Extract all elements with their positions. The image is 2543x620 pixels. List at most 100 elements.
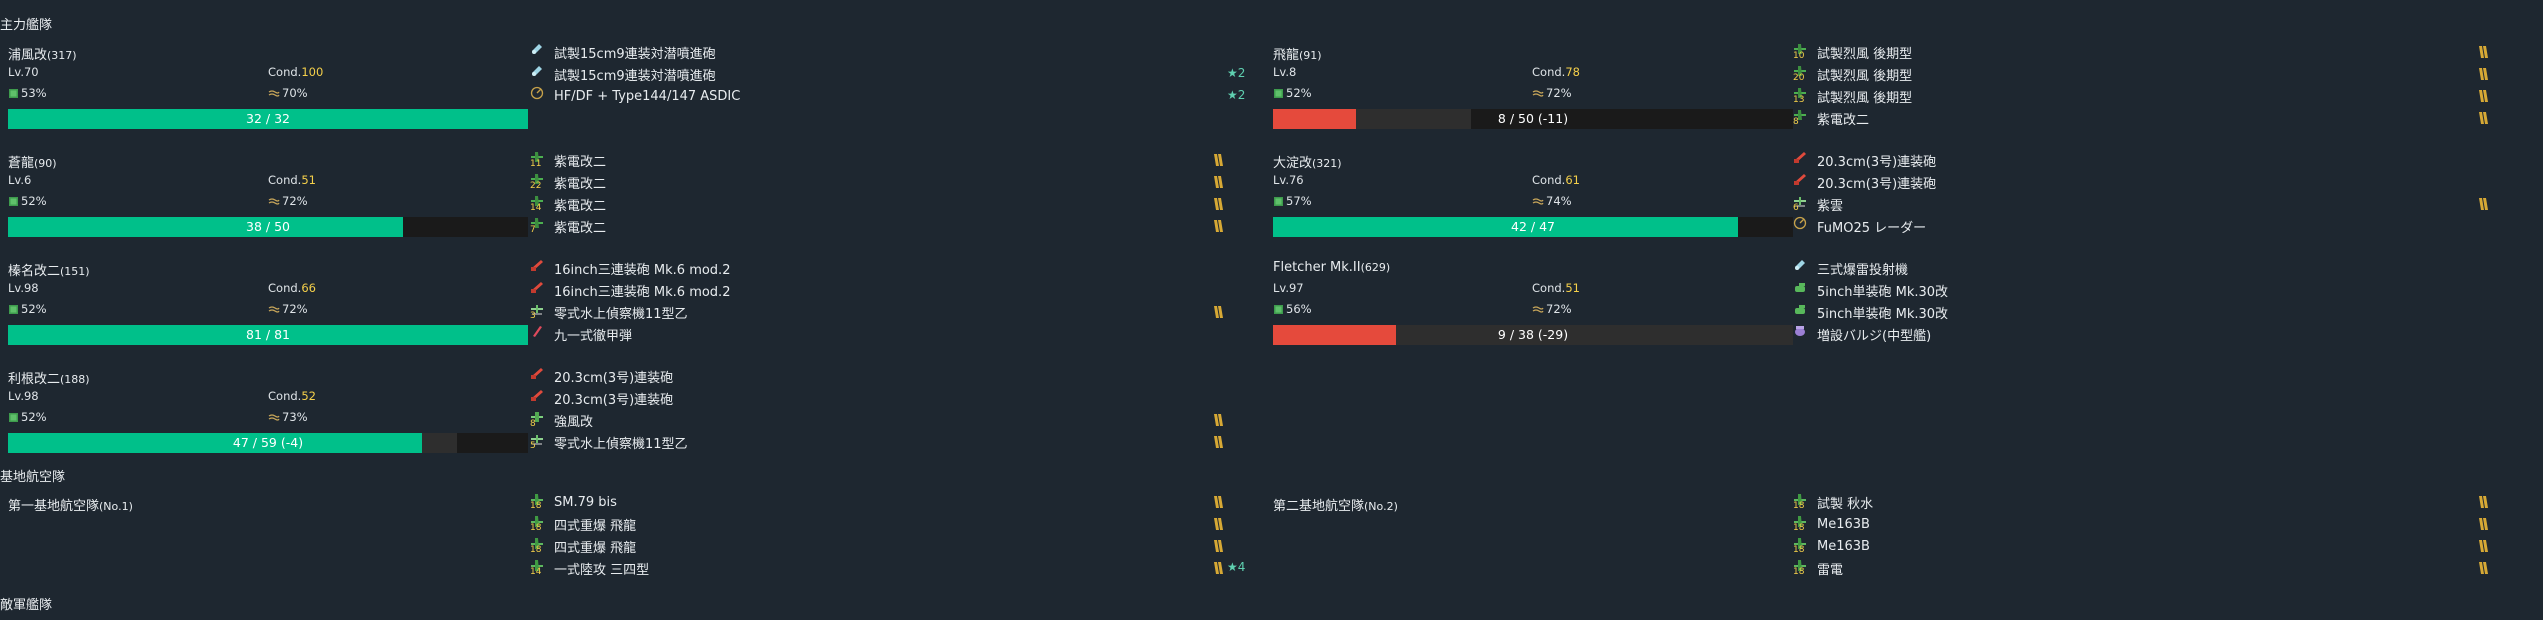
ship-name[interactable]: 利根改二(188) [8, 368, 90, 387]
equipment-item[interactable]: 18 四式重爆 飛龍 [530, 514, 636, 534]
slot-count: 5 [530, 441, 536, 451]
ship-level: Lv.98 [8, 389, 39, 403]
equipment-item[interactable]: 22 紫電改二 [530, 172, 606, 192]
ship-name[interactable]: Fletcher Mk.II(629) [1273, 260, 1390, 275]
equipment-item[interactable]: HF/DF + Type144/147 ASDIC [530, 86, 740, 106]
ammo-icon [1532, 198, 1544, 205]
fuel-value: 52% [21, 194, 47, 208]
air-base-name[interactable]: 第一基地航空隊(No.1) [8, 495, 133, 514]
ship-condition: Cond.61 [1532, 173, 1580, 187]
main-gun-icon [530, 258, 552, 278]
ship-condition: Cond.52 [268, 389, 316, 403]
equipment-name: HF/DF + Type144/147 ASDIC [554, 88, 741, 104]
hp-bar: 38 / 50 [8, 217, 528, 237]
slot-count: 14 [530, 567, 542, 577]
equipment-item[interactable]: 増設バルジ(中型艦) [1793, 324, 1931, 344]
equipment-item[interactable]: 14 紫電改二 [530, 194, 606, 214]
equipment-item[interactable]: 10 試製烈風 後期型 [1793, 42, 1912, 62]
hp-bar: 42 / 47 [1273, 217, 1793, 237]
seaplane-icon: 6 [1793, 194, 1815, 214]
seaplane-fighter-icon: 8 [530, 410, 552, 430]
ship-name[interactable]: 大淀改(321) [1273, 152, 1342, 171]
equipment-item[interactable]: 16inch三連装砲 Mk.6 mod.2 [530, 280, 730, 300]
equipment-item[interactable]: 18 雷電 [1793, 558, 1843, 578]
equipment-item[interactable]: 18 Me163B [1793, 536, 1870, 556]
equipment-item[interactable]: 20.3cm(3号)連装砲 [530, 388, 673, 408]
air-base-name-text: 第二基地航空隊 [1273, 499, 1365, 514]
torpedo-bomber-icon: 7 [530, 216, 552, 236]
condition-label: Cond. [1532, 65, 1566, 79]
ship-level: Lv.70 [8, 65, 39, 79]
equipment-item[interactable]: 18 Me163B [1793, 514, 1870, 534]
equipment-name: 紫電改二 [554, 176, 607, 192]
equipment-item[interactable]: 18 試製 秋水 [1793, 492, 1873, 512]
equipment-item[interactable]: 20.3cm(3号)連装砲 [1793, 150, 1936, 170]
proficiency-icon [1213, 517, 1223, 531]
slot-count: 13 [1793, 95, 1805, 105]
equipment-item[interactable]: 20.3cm(3号)連装砲 [530, 366, 673, 386]
seaplane-icon: 5 [530, 432, 552, 452]
ship-name[interactable]: 榛名改二(151) [8, 260, 90, 279]
section-enemy-fleet: 敵軍艦隊 [0, 598, 53, 613]
ship-name-text: 榛名改二 [8, 264, 61, 279]
equipment-name: 16inch三連装砲 Mk.6 mod.2 [554, 262, 731, 278]
fuel-value: 57% [1286, 194, 1312, 208]
condition-value: 61 [1565, 173, 1580, 187]
equipment-name: 一式陸攻 三四型 [554, 562, 650, 578]
equipment-item[interactable]: 5inch単装砲 Mk.30改 [1793, 280, 1948, 300]
slot-count: 18 [530, 523, 542, 533]
equipment-name: 試製烈風 後期型 [1817, 46, 1913, 62]
condition-label: Cond. [1532, 173, 1566, 187]
equipment-item[interactable]: 11 紫電改二 [530, 150, 606, 170]
equipment-item[interactable]: 20 試製烈風 後期型 [1793, 64, 1912, 84]
equipment-item[interactable]: 16inch三連装砲 Mk.6 mod.2 [530, 258, 730, 278]
equipment-item[interactable]: 13 試製烈風 後期型 [1793, 86, 1912, 106]
hp-text: 8 / 50 (-11) [1497, 111, 1569, 126]
equipment-item[interactable]: FuMO25 レーダー [1793, 216, 1926, 236]
torpedo-bomber-icon: 22 [530, 172, 552, 192]
ship-name[interactable]: 蒼龍(90) [8, 152, 57, 171]
ammo-stat: 72% [268, 302, 308, 316]
ammo-value: 73% [282, 410, 308, 424]
equipment-item[interactable]: 試製15cm9連装対潜噴進砲 [530, 42, 716, 62]
slot-count: 10 [1793, 51, 1805, 61]
ship-name[interactable]: 浦風改(317) [8, 44, 77, 63]
hp-bar: 81 / 81 [8, 325, 528, 345]
proficiency-icon [2478, 495, 2488, 509]
ship-name[interactable]: 飛龍(91) [1273, 44, 1322, 63]
ship-condition: Cond.78 [1532, 65, 1580, 79]
equipment-item[interactable]: 8 強風改 [530, 410, 593, 430]
ship-id: (629) [1360, 261, 1391, 274]
condition-label: Cond. [268, 281, 302, 295]
equipment-item[interactable]: 18 四式重爆 飛龍 [530, 536, 636, 556]
proficiency-icon [1213, 413, 1223, 427]
proficiency-icon [1213, 561, 1223, 575]
condition-label: Cond. [268, 65, 302, 79]
equipment-item[interactable]: 14 一式陸攻 三四型 [530, 558, 649, 578]
equipment-item[interactable]: 8 紫電改二 [1793, 108, 1869, 128]
ammo-stat: 72% [268, 194, 308, 208]
ammo-icon [268, 306, 280, 313]
air-base-name[interactable]: 第二基地航空隊(No.2) [1273, 495, 1398, 514]
equipment-name: 強風改 [554, 414, 594, 430]
section-main-fleet: 主力艦隊 [0, 18, 53, 33]
seaplane-icon: 3 [530, 302, 552, 322]
equipment-item[interactable]: 試製15cm9連装対潜噴進砲 [530, 64, 716, 84]
fuel-icon [9, 197, 18, 206]
condition-label: Cond. [268, 389, 302, 403]
equipment-item[interactable]: 九一式徹甲弾 [530, 324, 632, 344]
condition-value: 51 [301, 173, 316, 187]
slot-count: 8 [1793, 117, 1799, 127]
equipment-item[interactable]: 18 SM.79 bis [530, 492, 617, 512]
equipment-item[interactable]: 三式爆雷投射機 [1793, 258, 1908, 278]
equipment-name: 16inch三連装砲 Mk.6 mod.2 [554, 284, 731, 300]
equipment-item[interactable]: 5inch単装砲 Mk.30改 [1793, 302, 1948, 322]
ship-level: Lv.97 [1273, 281, 1304, 295]
equipment-item[interactable]: 5 零式水上偵察機11型乙 [530, 432, 688, 452]
equipment-item[interactable]: 3 零式水上偵察機11型乙 [530, 302, 688, 322]
equipment-item[interactable]: 20.3cm(3号)連装砲 [1793, 172, 1936, 192]
land-bomber-icon: 14 [530, 558, 552, 578]
equipment-item[interactable]: 7 紫電改二 [530, 216, 606, 236]
ap-shell-icon [530, 324, 552, 344]
equipment-item[interactable]: 6 紫雲 [1793, 194, 1843, 214]
